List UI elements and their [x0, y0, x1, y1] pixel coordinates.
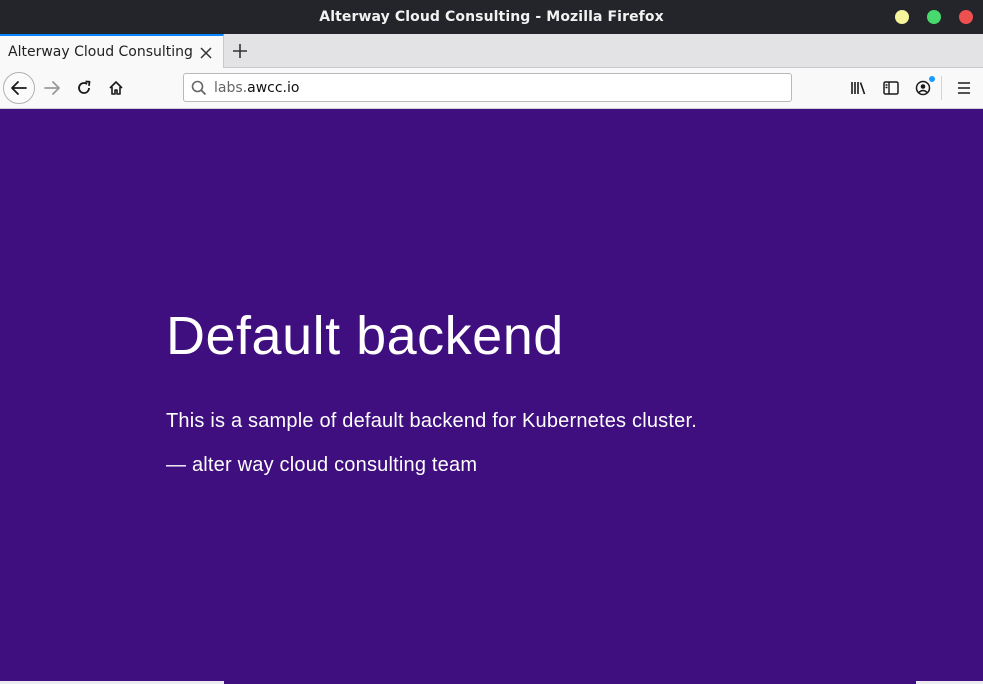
url-prefix: labs.: [214, 80, 248, 96]
title-bar: Alterway Cloud Consulting - Mozilla Fire…: [0, 0, 983, 34]
forward-button[interactable]: [37, 73, 67, 103]
account-icon: [915, 80, 931, 96]
tab-alterway[interactable]: Alterway Cloud Consulting: [0, 34, 224, 68]
sidebar-icon: [883, 81, 899, 95]
library-button[interactable]: [844, 73, 874, 103]
home-button[interactable]: [101, 73, 131, 103]
navigation-toolbar: labs.awcc.io: [0, 68, 983, 109]
tab-label: Alterway Cloud Consulting: [8, 44, 193, 60]
tab-strip: Alterway Cloud Consulting: [0, 34, 983, 68]
close-window-button[interactable]: [959, 10, 973, 24]
home-icon: [109, 81, 123, 95]
reload-icon: [78, 80, 91, 94]
plus-icon: [233, 44, 247, 58]
menu-icon: [958, 82, 970, 94]
close-icon: [200, 47, 212, 59]
toolbar-separator: [941, 76, 942, 100]
minimize-button[interactable]: [895, 10, 909, 24]
page-content: Default backend This is a sample of defa…: [0, 109, 983, 684]
back-icon: [11, 81, 27, 95]
reload-button[interactable]: [69, 73, 99, 103]
url-domain: awcc.io: [247, 80, 300, 96]
forward-icon: [44, 81, 60, 95]
url-bar[interactable]: labs.awcc.io: [183, 73, 792, 102]
page-description: This is a sample of default backend for …: [166, 410, 697, 432]
url-text[interactable]: labs.awcc.io: [214, 80, 299, 96]
page-heading: Default backend: [166, 306, 564, 366]
maximize-button[interactable]: [927, 10, 941, 24]
browser-window: Alterway Cloud Consulting - Mozilla Fire…: [0, 0, 983, 684]
back-button[interactable]: [3, 72, 35, 104]
new-tab-button[interactable]: [228, 40, 252, 62]
menu-button[interactable]: [949, 73, 979, 103]
window-title: Alterway Cloud Consulting - Mozilla Fire…: [319, 9, 664, 25]
library-icon: [851, 82, 866, 95]
notification-dot: [929, 76, 935, 82]
close-tab-button[interactable]: [196, 43, 216, 63]
page-signature: — alter way cloud consulting team: [166, 454, 478, 476]
search-icon: [191, 80, 207, 96]
account-button[interactable]: [908, 73, 938, 103]
sidebar-button[interactable]: [876, 73, 906, 103]
